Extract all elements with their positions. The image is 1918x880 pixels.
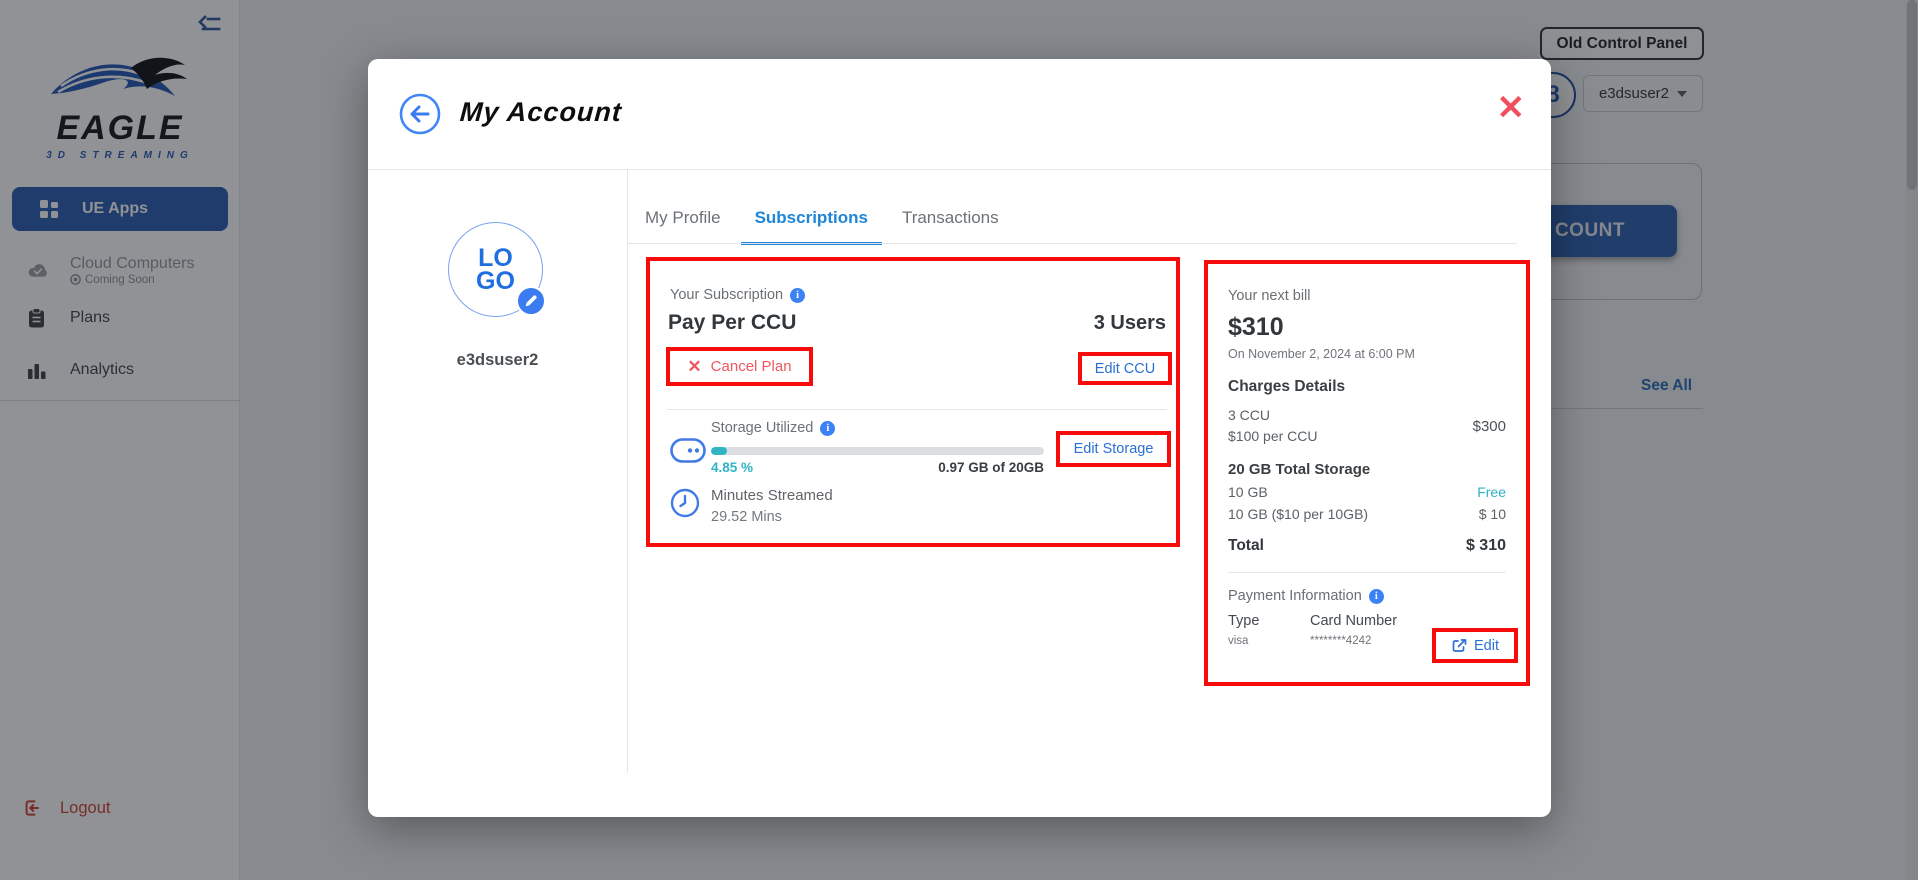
payment-type-label: Type [1228, 613, 1310, 629]
charge-ccu-line2: $100 per CCU [1228, 426, 1318, 447]
charge-ccu-amount: $300 [1473, 418, 1506, 435]
storage-usage: 0.97 GB of 20GB [850, 460, 1044, 475]
total-label: Total [1228, 537, 1264, 555]
billing-divider [1228, 572, 1506, 573]
storage-percent: 4.85 % [711, 460, 753, 475]
cancel-plan-label: Cancel Plan [711, 358, 792, 375]
subscription-card: Your Subscription i Pay Per CCU 3 Users … [646, 257, 1180, 547]
storage-section-label: Storage Utilized i [711, 420, 835, 436]
close-icon[interactable]: ✕ [1497, 91, 1526, 125]
minutes-streamed-value: 29.52 Mins [711, 509, 782, 525]
modal-title: My Account [459, 97, 623, 128]
subscription-section-label: Your Subscription i [670, 287, 805, 303]
charge-row-storage-free: 10 GB Free [1228, 484, 1506, 500]
my-account-modal: My Account ✕ LO GO e3dsuser2 My Profile … [368, 59, 1551, 817]
next-bill-date: On November 2, 2024 at 6:00 PM [1228, 347, 1506, 361]
app-root: EAGLE 3D STREAMING UE Apps [0, 0, 1918, 880]
total-row: Total $ 310 [1228, 537, 1506, 555]
info-icon[interactable]: i [1369, 589, 1384, 604]
plan-users: 3 Users [1094, 312, 1166, 335]
storage-charge-title: 20 GB Total Storage [1228, 461, 1506, 478]
cancel-plan-button[interactable]: ✕ Cancel Plan [666, 347, 813, 386]
avatar-logo-line2: GO [476, 270, 515, 293]
charges-details-title: Charges Details [1228, 378, 1506, 396]
charge-storage-paid-label: 10 GB ($10 per 10GB) [1228, 506, 1368, 522]
charge-storage-free-label: 10 GB [1228, 484, 1268, 500]
edit-storage-button[interactable]: Edit Storage [1056, 431, 1171, 467]
edit-payment-button[interactable]: Edit [1432, 628, 1518, 663]
clock-icon [670, 488, 700, 523]
card-number-value: ********4242 [1310, 635, 1397, 647]
profile-divider [627, 169, 628, 773]
charge-row-storage-paid: 10 GB ($10 per 10GB) $ 10 [1228, 506, 1506, 522]
x-icon: ✕ [687, 358, 701, 375]
charge-storage-free-amount: Free [1477, 484, 1506, 500]
tab-transactions[interactable]: Transactions [888, 196, 1013, 245]
info-icon[interactable]: i [820, 421, 835, 436]
next-bill-amount: $310 [1228, 313, 1506, 342]
storage-drive-icon [670, 438, 706, 468]
minutes-streamed-label: Minutes Streamed [711, 487, 833, 504]
charge-storage-paid-amount: $ 10 [1479, 506, 1506, 522]
charge-row-ccu: 3 CCU $100 per CCU $300 [1228, 405, 1506, 447]
storage-progress-bar [711, 447, 1044, 455]
charge-ccu-line1: 3 CCU [1228, 405, 1318, 426]
edit-payment-label: Edit [1474, 638, 1499, 654]
edit-storage-label: Edit Storage [1074, 441, 1154, 457]
next-bill-label: Your next bill [1228, 288, 1506, 304]
card-number-label: Card Number [1310, 613, 1397, 629]
account-tabs: My Profile Subscriptions Transactions [631, 196, 1013, 245]
edit-ccu-button[interactable]: Edit CCU [1078, 352, 1172, 385]
modal-header-divider [368, 169, 1551, 170]
tab-subscriptions[interactable]: Subscriptions [741, 196, 882, 245]
total-value: $ 310 [1466, 537, 1506, 555]
plan-row: Pay Per CCU 3 Users [668, 311, 1166, 335]
tabs-divider [627, 243, 1517, 244]
back-button[interactable] [398, 92, 442, 136]
plan-name: Pay Per CCU [668, 311, 796, 335]
storage-progress-fill [711, 447, 727, 455]
edit-icon [1451, 638, 1467, 654]
edit-ccu-label: Edit CCU [1095, 361, 1155, 377]
profile-username: e3dsuser2 [368, 351, 627, 370]
pencil-icon [524, 294, 538, 308]
info-icon[interactable]: i [790, 288, 805, 303]
billing-card: Your next bill $310 On November 2, 2024 … [1204, 260, 1530, 686]
subscription-divider [667, 409, 1167, 410]
payment-information-label: Payment Information i [1228, 588, 1506, 604]
payment-type-value: visa [1228, 635, 1310, 647]
tab-my-profile[interactable]: My Profile [631, 196, 735, 245]
avatar-edit-button[interactable] [516, 286, 546, 316]
